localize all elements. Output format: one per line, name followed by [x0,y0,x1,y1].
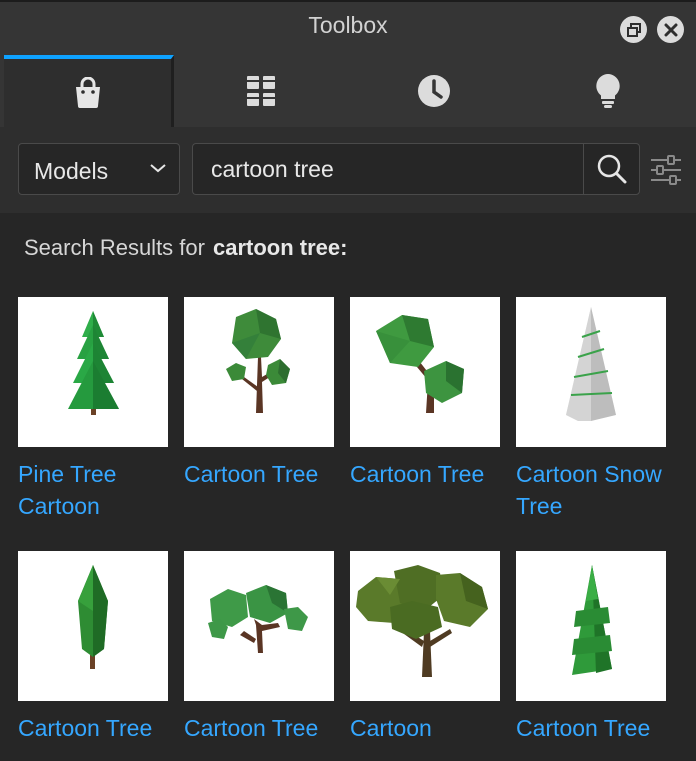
model-thumbnail[interactable] [184,297,334,447]
result-title[interactable]: Cartoon Tree [350,458,520,490]
model-thumbnail[interactable] [350,297,500,447]
cypress-tree-image [78,565,108,669]
results-panel: Search Results for cartoon tree: Pine Tre… [0,213,696,761]
results-label: Search Results for [24,235,205,260]
result-title[interactable]: Cartoon Tree [184,458,354,490]
result-title[interactable]: Cartoon Tree [516,712,686,744]
inventory-grid-icon [247,76,275,106]
title-bar: Toolbox [0,0,696,55]
filter-button[interactable] [650,155,682,190]
result-card[interactable]: Cartoon Snow Tree [516,297,666,522]
search-icon [597,154,626,184]
model-thumbnail[interactable] [516,551,666,701]
result-title[interactable]: Cartoon Tree [18,712,188,744]
category-dropdown-value: Models [34,158,109,184]
tab-marketplace[interactable] [4,55,174,127]
close-window-button[interactable] [657,16,684,43]
model-thumbnail[interactable] [516,297,666,447]
result-card[interactable]: Cartoon Tree [516,551,666,744]
shopping-bag-icon [75,77,100,108]
result-card[interactable]: Cartoon Tree [350,297,500,490]
result-card[interactable]: Cartoon Tree [184,297,334,490]
result-title[interactable]: Cartoon Tree [184,712,354,744]
close-icon [664,23,677,36]
results-heading: Search Results for cartoon tree: [24,235,347,261]
result-title[interactable]: Cartoon Snow Tree [516,458,686,522]
result-card[interactable]: Pine Tree Cartoon [18,297,168,522]
tab-bar [0,55,696,182]
result-title[interactable]: Cartoon [350,712,520,744]
cartoon-tree-image [376,315,464,413]
model-thumbnail[interactable] [184,551,334,701]
result-title[interactable]: Pine Tree Cartoon [18,458,188,522]
search-input[interactable] [192,143,584,195]
cartoon-tree-image [226,309,290,413]
oak-tree-image [356,565,488,677]
tab-recent[interactable] [349,55,519,127]
tab-inventory[interactable] [177,55,345,127]
results-term: cartoon tree: [212,235,348,260]
result-card[interactable]: Cartoon Tree [18,551,168,744]
search-button[interactable] [583,143,640,195]
pine-tree-image [68,311,119,415]
search-bar: Models [0,127,696,213]
snow-tree-image [566,307,616,421]
filter-sliders-icon [651,155,681,185]
restore-icon [626,22,641,37]
clock-icon [418,75,450,107]
lightbulb-icon [596,74,620,108]
wide-cartoon-tree-image [208,585,308,653]
chevron-down-icon [150,164,166,173]
model-thumbnail[interactable] [18,551,168,701]
result-card[interactable]: Cartoon [350,551,500,744]
tab-creations[interactable] [522,55,694,127]
model-thumbnail[interactable] [350,551,500,701]
window-title: Toolbox [308,12,388,38]
category-dropdown[interactable]: Models [18,143,180,195]
model-thumbnail[interactable] [18,297,168,447]
result-card[interactable]: Cartoon Tree [184,551,334,744]
pine-tree-image [572,565,612,675]
restore-window-button[interactable] [620,16,647,43]
